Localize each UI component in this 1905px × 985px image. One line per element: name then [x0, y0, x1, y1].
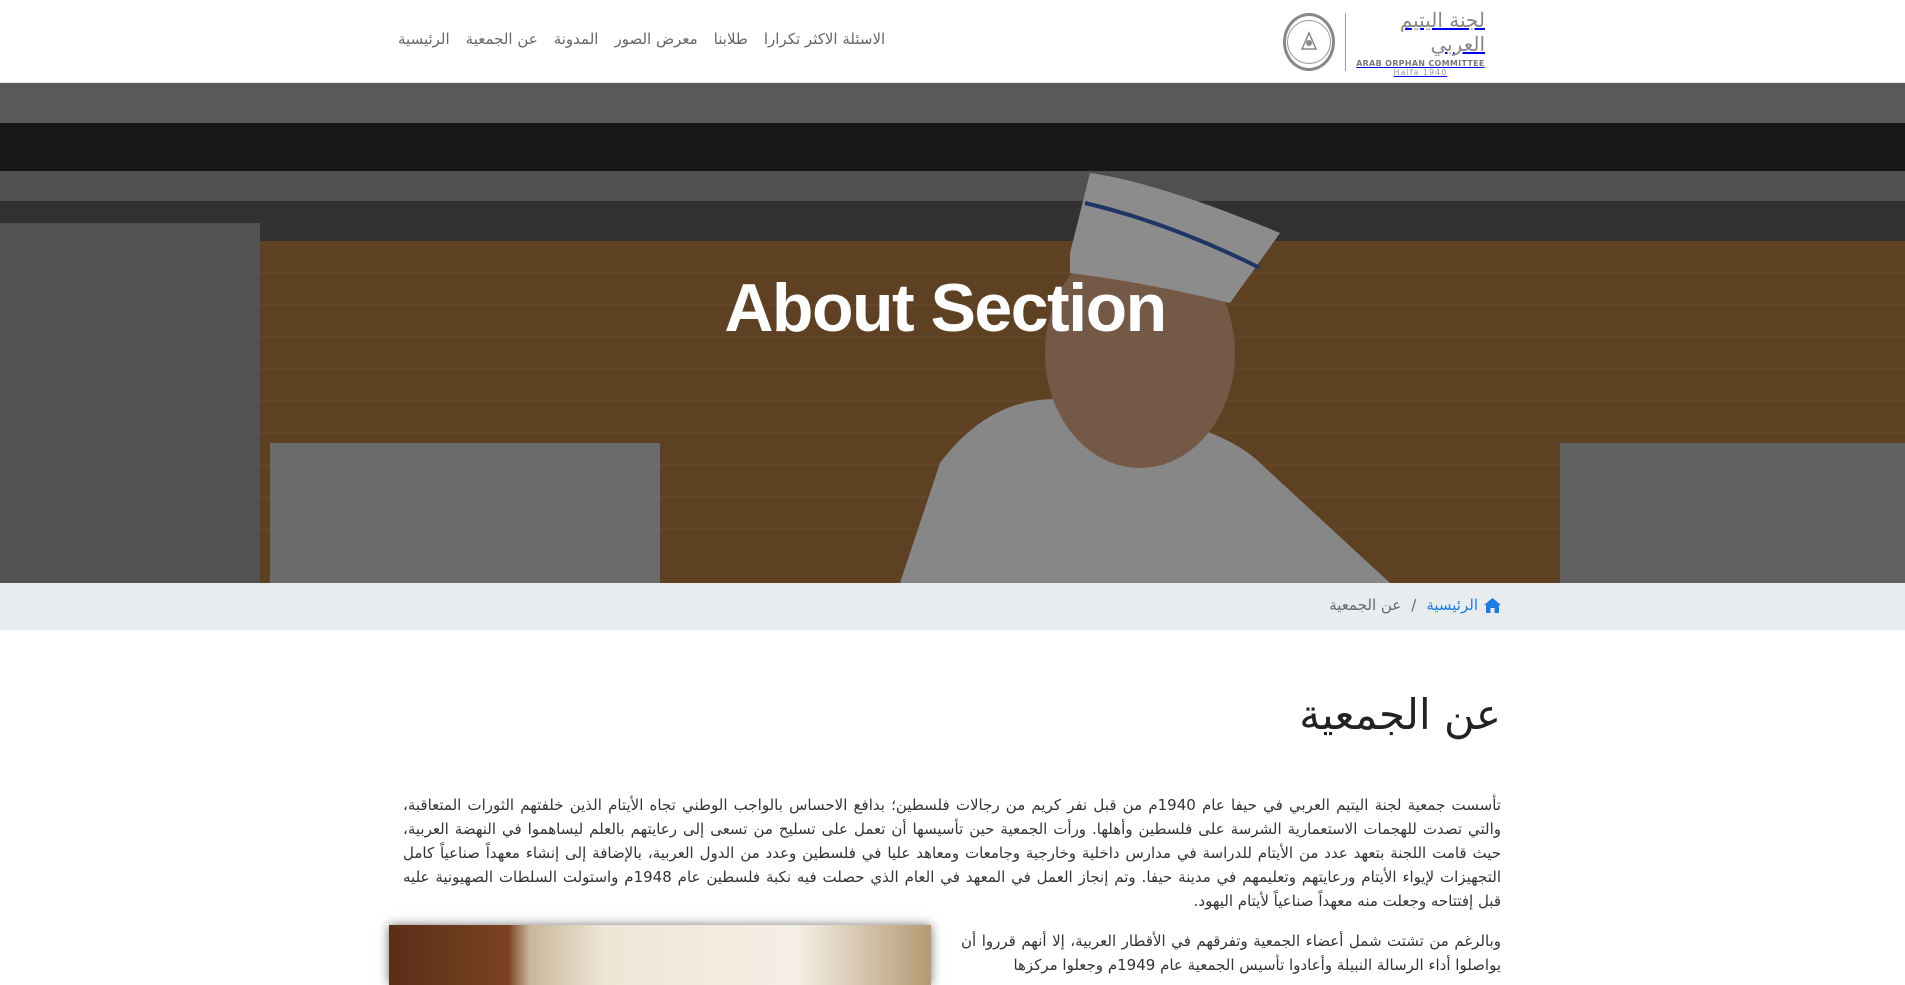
logo-divider: [1344, 13, 1346, 71]
breadcrumb-current: عن الجمعية: [1329, 596, 1402, 614]
logo-seal-icon: [1283, 13, 1335, 71]
breadcrumb-home-link[interactable]: الرئيسية: [1426, 596, 1501, 614]
logo-arabic-text: لجنة اليتيم العربي: [1399, 7, 1486, 56]
logo-wordmark: لجنة اليتيم العربي ARAB ORPHAN COMMITTEE…: [1356, 8, 1485, 77]
breadcrumb-bar: الرئيسية / عن الجمعية: [0, 583, 1905, 630]
main-nav: الرئيسية عن الجمعية المدونة معرض الصور ط…: [398, 30, 885, 54]
hero-title: About Section: [724, 270, 1167, 346]
site-logo[interactable]: لجنة اليتيم العربي ARAB ORPHAN COMMITTEE…: [1283, 8, 1485, 77]
page-title: عن الجمعية: [1299, 690, 1501, 739]
breadcrumb-home-label: الرئيسية: [1426, 596, 1478, 614]
about-paragraph-2: وبالرغم من تشتت شمل أعضاء الجمعية وتفرقه…: [961, 932, 1501, 974]
breadcrumb-separator: /: [1411, 596, 1417, 614]
logo-subtitle: Haifa 1940: [1393, 67, 1448, 77]
nav-link-blog[interactable]: المدونة: [554, 30, 599, 54]
logo-english-text: ARAB ORPHAN COMMITTEE: [1356, 58, 1485, 68]
nav-link-faq[interactable]: الاسئلة الاكثر تكرارا: [764, 30, 885, 54]
breadcrumb: الرئيسية / عن الجمعية: [1329, 596, 1501, 614]
nav-link-about[interactable]: عن الجمعية: [466, 30, 538, 54]
about-image: [389, 925, 931, 985]
about-paragraph-1: تأسست جمعية لجنة اليتيم العربي في حيفا ع…: [403, 796, 1501, 910]
home-icon: [1484, 597, 1501, 613]
hero-banner: About Section: [0, 83, 1905, 583]
nav-link-students[interactable]: طلابنا: [714, 30, 748, 54]
nav-link-home[interactable]: الرئيسية: [398, 30, 450, 54]
nav-link-gallery[interactable]: معرض الصور: [614, 30, 697, 54]
top-navbar: الرئيسية عن الجمعية المدونة معرض الصور ط…: [0, 0, 1905, 83]
